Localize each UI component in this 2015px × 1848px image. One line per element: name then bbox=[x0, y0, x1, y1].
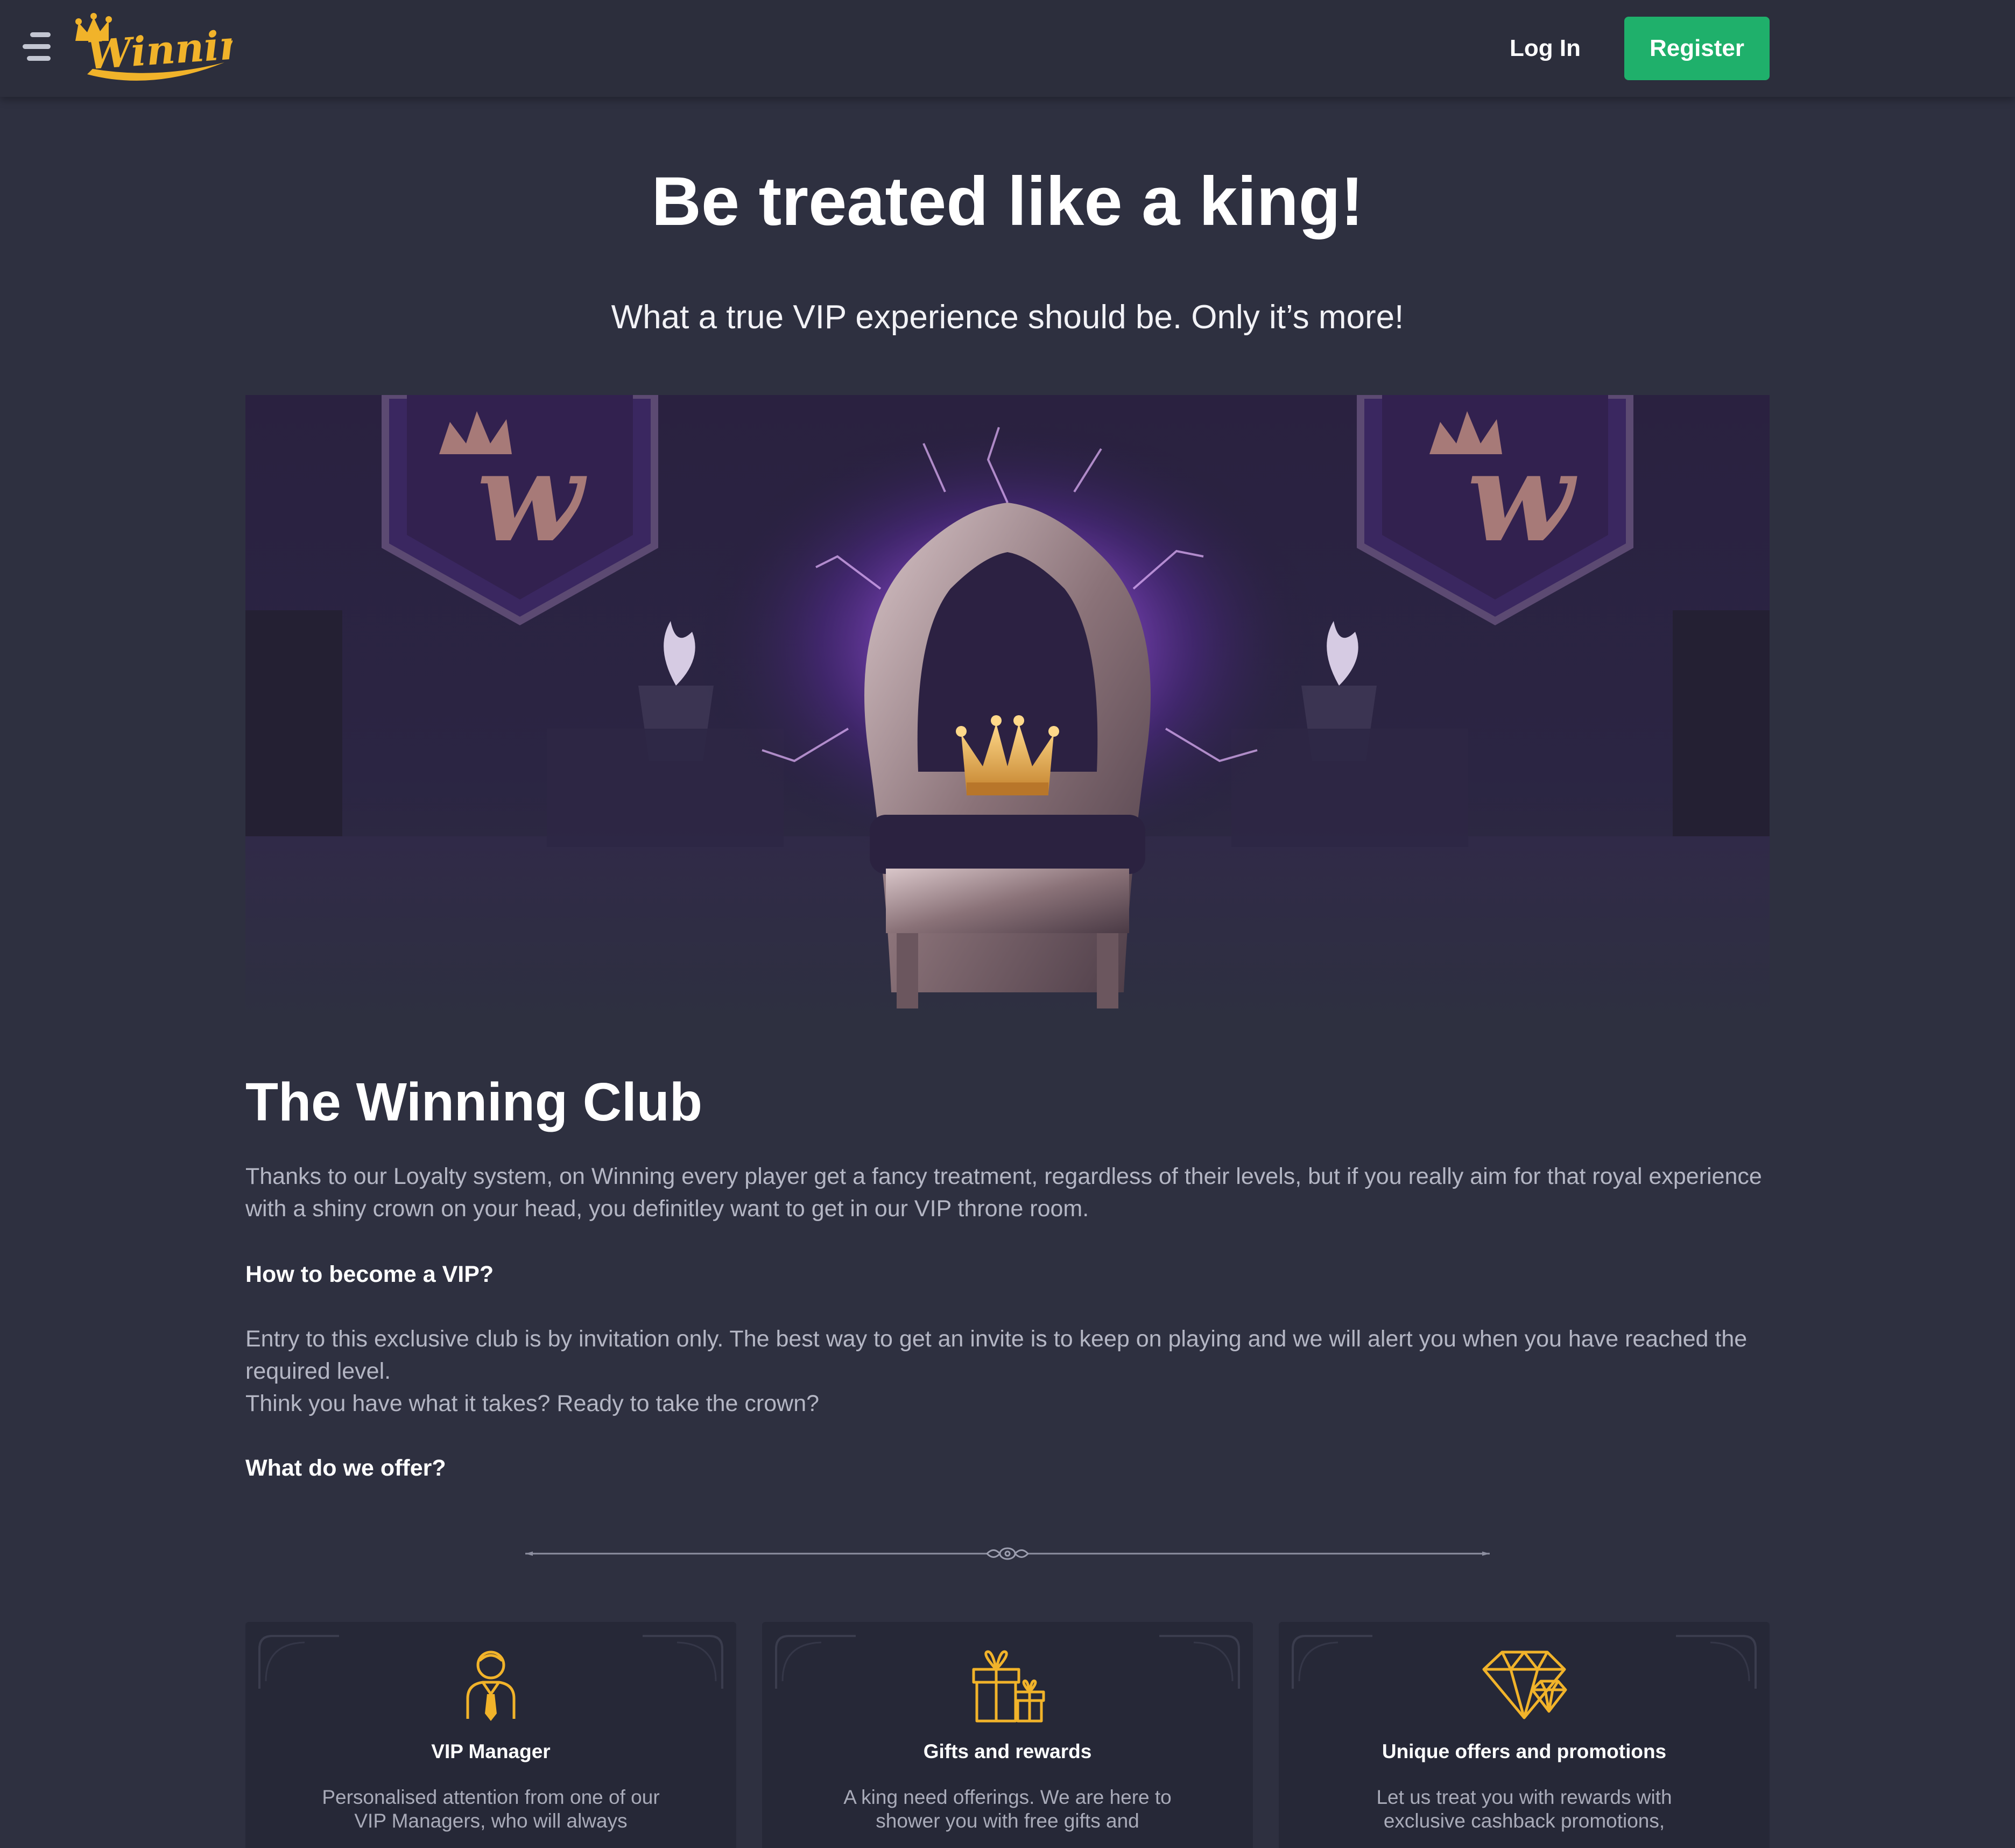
menu-line-icon bbox=[23, 44, 51, 49]
hero-subtitle: What a true VIP experience should be. On… bbox=[611, 299, 1404, 336]
login-button[interactable]: Log In bbox=[1485, 16, 1605, 81]
vip-manager-icon bbox=[466, 1650, 516, 1721]
svg-text:w: w bbox=[1467, 425, 1577, 570]
how-to-become-vip-heading: How to become a VIP? bbox=[245, 1261, 494, 1287]
feature-description: Let us treat you with rewards with exclu… bbox=[1376, 1786, 1672, 1832]
menu-line-icon bbox=[27, 56, 51, 61]
menu-line-icon bbox=[30, 32, 51, 37]
top-bar: Winning Log In Register bbox=[0, 0, 2015, 97]
feature-description: Personalised attention from one of our V… bbox=[322, 1786, 660, 1832]
corner-ornament-icon bbox=[775, 1635, 856, 1689]
gift-icon bbox=[972, 1650, 1045, 1723]
corner-ornament-icon bbox=[1292, 1635, 1372, 1689]
menu-toggle-button[interactable] bbox=[20, 31, 53, 62]
hero-title: Be treated like a king! bbox=[651, 163, 1364, 240]
winning-logo[interactable]: Winning bbox=[71, 11, 277, 85]
club-intro-text: Thanks to our Loyalty system, on Winning… bbox=[245, 1163, 1762, 1222]
svg-text:w: w bbox=[477, 425, 587, 570]
feature-title: Unique offers and promotions bbox=[1382, 1740, 1667, 1762]
register-button[interactable]: Register bbox=[1624, 17, 1770, 80]
how-to-become-vip-text: Entry to this exclusive club is by invit… bbox=[245, 1323, 1770, 1420]
feature-card-gifts: Gifts and rewards A king need offerings.… bbox=[762, 1622, 1253, 1848]
feature-card-vip-manager: VIP Manager Personalised attention from … bbox=[245, 1622, 736, 1848]
vip-throne-banner: w w bbox=[245, 395, 1770, 1026]
corner-ornament-icon bbox=[643, 1635, 723, 1689]
corner-ornament-icon bbox=[258, 1635, 339, 1689]
feature-card-offers: Unique offers and promotions Let us trea… bbox=[1279, 1622, 1770, 1848]
throne-icon bbox=[864, 503, 1151, 1008]
diamond-icon bbox=[1482, 1650, 1567, 1719]
logo-crown-icon: Winning bbox=[75, 13, 277, 81]
corner-ornament-icon bbox=[1159, 1635, 1240, 1689]
feature-title: VIP Manager bbox=[431, 1740, 551, 1762]
section-title: The Winning Club bbox=[245, 1072, 702, 1132]
take-crown-text: Think you have what it takes? Ready to t… bbox=[245, 1391, 820, 1416]
feature-description: A king need offerings. We are here to sh… bbox=[843, 1786, 1172, 1832]
throne-illustration: w w bbox=[245, 395, 1770, 1026]
feature-title: Gifts and rewards bbox=[923, 1740, 1092, 1762]
corner-ornament-icon bbox=[1676, 1635, 1757, 1689]
invitation-text: Entry to this exclusive club is by invit… bbox=[245, 1326, 1748, 1384]
ornament-divider bbox=[525, 1547, 1490, 1560]
what-we-offer-heading: What do we offer? bbox=[245, 1455, 446, 1481]
